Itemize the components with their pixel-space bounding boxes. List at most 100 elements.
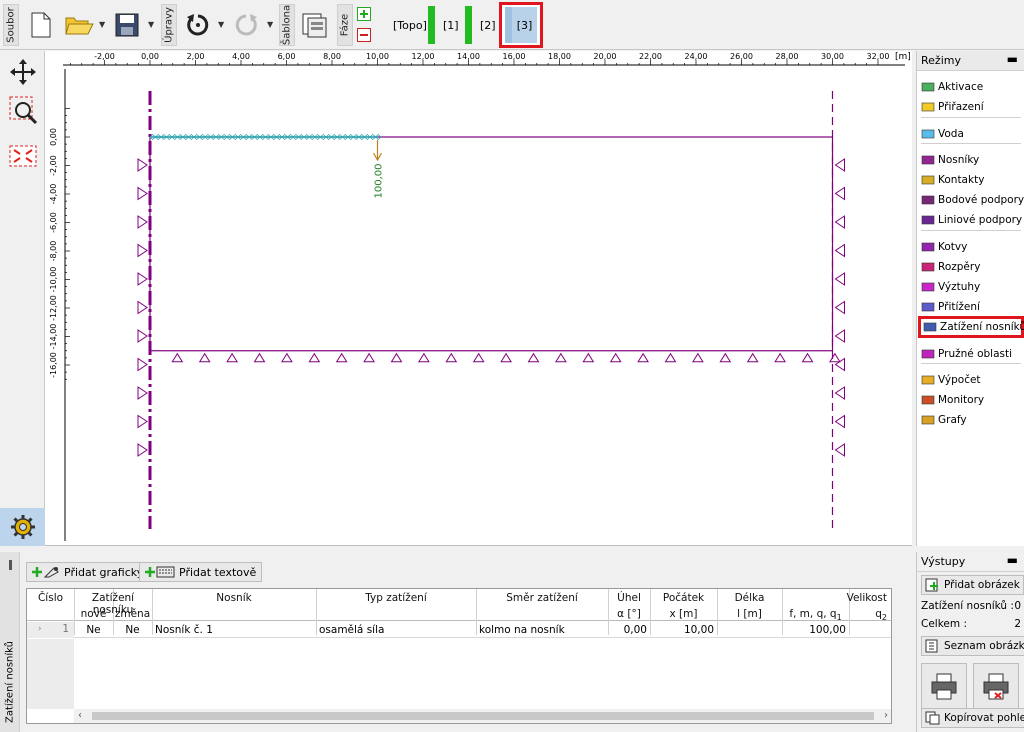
total-count-row: Celkem :2 [921, 618, 1021, 630]
cell-new: Ne [86, 624, 101, 636]
beam-loads-table[interactable]: Číslo Zatížení nosníku nové změna Nosník… [26, 588, 892, 724]
phase-menu[interactable]: Fáze [337, 4, 353, 46]
add-graphically-button[interactable]: Přidat graficky [26, 562, 150, 582]
pin-support-bottom [308, 352, 321, 363]
add-phase-button[interactable] [357, 7, 371, 21]
chevron-down-icon[interactable]: ▼ [267, 21, 275, 29]
add-graphic-icon [32, 567, 59, 578]
mode-activation[interactable]: Aktivace [921, 77, 1024, 97]
main-toolbar: Soubor ▼ ▼ Úpravy ▼ ▼ Šablona Fáze [Topo… [0, 0, 1024, 50]
copy-view-icon [925, 711, 940, 725]
pin-support-bottom [691, 352, 704, 363]
beam-loads-icon [923, 321, 937, 333]
beams-icon [921, 154, 935, 166]
col-length-unit: l [m] [737, 608, 762, 620]
stage-3-tab[interactable]: [3] [499, 2, 543, 48]
pin-support-bottom [609, 352, 622, 363]
axis-unit-label: [m] [895, 52, 911, 62]
template-button[interactable] [297, 6, 331, 44]
mode-graphs[interactable]: Grafy [921, 410, 1024, 430]
roller-support-left [137, 357, 148, 372]
add-textually-button[interactable]: Přidat textově [139, 562, 263, 582]
bottom-panel-tab[interactable]: Zatížení nosníků [0, 552, 20, 732]
redo-button[interactable] [229, 6, 263, 44]
contacts-icon [921, 174, 935, 186]
outputs-panel: Výstupy ▬ Přidat obrázek Zatížení nosník… [916, 552, 1024, 732]
stage-topo-tab[interactable]: [Topo] [393, 7, 427, 43]
x-tick-label: 30,00 [821, 52, 844, 61]
drawing-canvas[interactable]: -2,00 0,00 2,00 4,00 6,00 8,00 10,00 12,00 14,00… [45, 51, 912, 546]
x-tick-label: 12,00 [412, 52, 435, 61]
cell-start: 10,00 [683, 624, 714, 636]
zoom-extents-button[interactable] [6, 139, 40, 173]
mode-beam-loads[interactable]: Zatížení nosníků [918, 316, 1024, 338]
collapse-icon[interactable]: ▬ [1007, 553, 1018, 567]
water-icon [921, 128, 935, 140]
edit-menu[interactable]: Úpravy [161, 4, 177, 46]
print-preview-button[interactable] [973, 663, 1019, 709]
mode-contacts[interactable]: Kontakty [921, 170, 1024, 190]
pan-button[interactable] [6, 55, 40, 89]
collapse-icon[interactable]: ▬ [1007, 52, 1018, 66]
x-tick-label: 18,00 [548, 52, 571, 61]
zoom-window-button[interactable] [6, 93, 40, 127]
x-tick-label: 6,00 [278, 52, 296, 61]
mode-struts[interactable]: Rozpěry [921, 257, 1024, 277]
undo-button[interactable] [181, 6, 215, 44]
pin-support-bottom [363, 352, 376, 363]
file-menu[interactable]: Soubor [3, 4, 19, 46]
chevron-down-icon[interactable]: ▼ [218, 21, 226, 29]
copy-view-button[interactable]: Kopírovat pohled [921, 708, 1024, 728]
chevron-down-icon[interactable]: ▼ [148, 21, 156, 29]
analysis-icon [921, 374, 935, 386]
x-tick-label: 24,00 [685, 52, 708, 61]
activation-icon [921, 81, 935, 93]
mode-monitors[interactable]: Monitory [921, 390, 1024, 410]
add-text-icon [145, 566, 175, 578]
folder-open-icon [65, 17, 94, 35]
new-file-button[interactable] [24, 6, 58, 44]
pin-support-bottom [171, 352, 184, 363]
roller-support-left [137, 215, 148, 229]
save-button[interactable] [110, 6, 144, 44]
mode-water[interactable]: Voda [921, 124, 1024, 144]
col-start-header: Počátek [662, 592, 705, 604]
chevron-down-icon[interactable]: ▼ [99, 21, 107, 29]
mode-beams[interactable]: Nosníky [921, 150, 1024, 170]
outputs-panel-header: Výstupy ▬ [917, 552, 1024, 572]
template-menu[interactable]: Šablona [279, 4, 295, 46]
picture-list-button[interactable]: Seznam obrázků [921, 636, 1024, 656]
roller-support-left [137, 329, 148, 343]
cell-number: 1 [62, 623, 69, 635]
mode-elastic-regions[interactable]: Pružné oblasti [921, 344, 1024, 364]
settings-button[interactable] [0, 508, 45, 546]
stage-1-tab[interactable]: [1] [443, 7, 459, 43]
scrollbar-thumb[interactable] [92, 712, 874, 720]
y-tick-label: -4,00 [49, 184, 58, 205]
roller-support-right [834, 329, 845, 343]
scroll-left-icon[interactable]: ‹ [78, 709, 82, 723]
roller-support-right [834, 243, 845, 258]
print-button[interactable] [921, 663, 967, 709]
roller-support-right [834, 386, 845, 400]
remove-phase-button[interactable] [357, 28, 371, 42]
stage-2-tab[interactable]: [2] [480, 7, 496, 43]
scroll-right-icon[interactable]: › [884, 709, 888, 723]
x-tick-label: 14,00 [457, 52, 480, 61]
mode-point-supports[interactable]: Bodové podpory [921, 190, 1024, 210]
open-file-button[interactable] [62, 6, 96, 44]
pin-support-bottom [500, 352, 513, 363]
mode-reinforcements[interactable]: Výztuhy [921, 277, 1024, 297]
mode-analysis[interactable]: Výpočet [921, 370, 1024, 390]
new-file-icon [31, 12, 51, 38]
mode-anchors[interactable]: Kotvy [921, 237, 1024, 257]
roller-support-left [137, 443, 148, 457]
mode-assignment[interactable]: Přiřazení [921, 97, 1024, 117]
mode-surcharge[interactable]: Přitížení [921, 297, 1024, 317]
move-icon [10, 59, 36, 85]
add-picture-button[interactable]: Přidat obrázek [921, 575, 1024, 595]
pin-support-bottom [719, 352, 732, 363]
mode-line-supports[interactable]: Liniové podpory [921, 210, 1024, 230]
undo-icon [187, 14, 209, 36]
horizontal-scrollbar[interactable]: ‹ › [74, 709, 891, 723]
